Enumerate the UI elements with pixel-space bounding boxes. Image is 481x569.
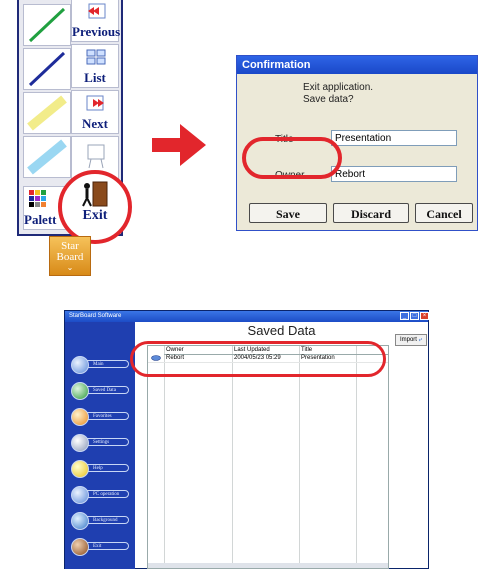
list-button[interactable]: List <box>71 44 119 88</box>
dialog-title: Confirmation <box>237 56 477 74</box>
message-line-2: Save data? <box>303 94 354 105</box>
list-label: List <box>84 70 106 85</box>
owner-input[interactable]: Rebort <box>331 166 457 182</box>
previous-button[interactable]: Previous <box>71 0 121 42</box>
save-highlight-ring <box>242 137 342 179</box>
window-title: StarBoard Software <box>65 311 428 322</box>
import-button[interactable]: Import ⤶ <box>395 334 427 346</box>
exit-door-icon <box>82 181 108 207</box>
row-highlight-ring <box>130 341 386 377</box>
message-line-1: Exit application. <box>303 82 374 93</box>
help-icon <box>71 460 89 478</box>
import-label: Import <box>399 337 417 343</box>
list-icon <box>86 49 106 65</box>
exit-label: Exit <box>82 208 108 223</box>
saved-data-icon <box>71 382 89 400</box>
highlighter-yellow-icon[interactable] <box>23 92 71 134</box>
next-button[interactable]: Next <box>71 90 119 134</box>
starboard-logo-button[interactable]: Star Board ⌄ <box>49 236 91 276</box>
favorites-icon <box>71 408 89 426</box>
cancel-button[interactable]: Cancel <box>415 203 473 223</box>
main-icon <box>71 356 89 374</box>
next-label: Next <box>82 116 108 131</box>
background-icon <box>71 512 89 530</box>
next-icon <box>86 95 104 111</box>
horizontal-scrollbar[interactable] <box>148 563 388 568</box>
palette-icon <box>29 190 46 207</box>
exit-door-icon <box>71 538 89 556</box>
pc-operation-icon <box>71 486 89 504</box>
palette-label: Palett <box>24 212 57 227</box>
logo-line-2: Board <box>56 251 84 263</box>
close-icon[interactable]: × <box>420 312 429 320</box>
pen-blue-icon[interactable] <box>23 48 71 90</box>
saved-data-table: Owner Last Updated Title Rebort 2004/05/… <box>147 345 389 569</box>
title-input[interactable]: Presentation <box>331 130 457 146</box>
previous-label: Previous <box>72 24 121 39</box>
pen-green-icon[interactable] <box>23 4 71 46</box>
page-title: Saved Data <box>247 323 316 338</box>
sidebar: Main Saved Data Favorites Settings Help … <box>65 322 135 569</box>
previous-icon <box>88 3 106 19</box>
highlighter-cyan-icon[interactable] <box>23 136 71 178</box>
exit-button[interactable]: Exit <box>72 180 118 224</box>
import-icon: ⤶ <box>418 337 423 343</box>
discard-button[interactable]: Discard <box>333 203 409 223</box>
right-arrow-icon <box>152 124 206 166</box>
board-icon <box>87 144 105 169</box>
chevron-down-icon: ⌄ <box>66 263 74 272</box>
maximize-icon[interactable]: □ <box>410 312 419 320</box>
save-button[interactable]: Save <box>249 203 327 223</box>
minimize-icon[interactable]: _ <box>400 312 409 320</box>
dialog-message: Exit application. Save data? <box>303 82 373 106</box>
settings-icon <box>71 434 89 452</box>
